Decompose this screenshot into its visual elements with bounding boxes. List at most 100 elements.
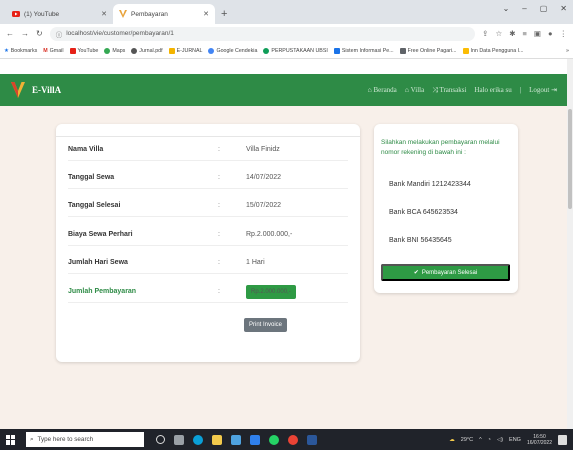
taskbar-search-input[interactable]: ⌕ Type here to search — [26, 432, 144, 447]
bookmark-item[interactable]: Jurnal.pdf — [131, 47, 163, 54]
window-controls: ⌄ – ▢ ✕ — [503, 4, 567, 13]
bookmarks-bar: ★ Bookmarks M Gmail YouTube Maps Jurnal.pd… — [0, 43, 573, 59]
system-tray: ☁ 29°C ^ ◔ ◁) ENG 16:50 16/07/2022 — [449, 434, 567, 446]
sidepanel-icon[interactable]: ▣ — [534, 29, 541, 38]
detail-separator: : — [218, 202, 220, 209]
bank-account: Bank Mandiri 1212423344 — [389, 181, 471, 188]
bookmark-item[interactable]: M Gmail — [43, 48, 63, 54]
url-text: localhost/vie/customer/pembayaran/1 — [66, 30, 174, 37]
menu-icon[interactable]: ⋮ — [560, 29, 568, 38]
nav-villa[interactable]: ⌂ Villa — [405, 86, 424, 95]
back-icon[interactable]: ← — [6, 29, 14, 38]
clock[interactable]: 16:50 16/07/2022 — [527, 434, 552, 446]
reading-list-icon[interactable]: ≡ — [522, 29, 526, 38]
profile-icon[interactable]: ● — [548, 29, 553, 38]
tab-title: (1) YouTube — [24, 10, 60, 18]
chrome-icon[interactable] — [288, 434, 298, 445]
payment-instruction: Silahkan melakukan pembayaran melalui no… — [381, 139, 500, 156]
villa-logo-icon — [11, 82, 25, 98]
share-icon[interactable]: ⇪ — [482, 29, 488, 38]
forward-icon[interactable]: → — [21, 29, 29, 38]
scrollbar-thumb[interactable] — [568, 109, 572, 209]
file-explorer-icon[interactable] — [212, 434, 222, 445]
bank-account: Bank BCA 645623534 — [389, 209, 458, 216]
divider — [56, 136, 360, 137]
close-tab-icon[interactable]: ✕ — [101, 10, 107, 18]
toolbar-icons: ⇪ ☆ ✱ ≡ ▣ ● ⋮ — [482, 29, 567, 38]
detail-label: Nama Villa — [68, 146, 104, 153]
close-window-icon[interactable]: ✕ — [560, 4, 567, 13]
detail-value: 1 Hari — [246, 259, 265, 266]
word-icon[interactable] — [307, 434, 317, 445]
nav-transaksi[interactable]: ⤨ Transaksi — [432, 86, 466, 95]
clock-date: 16/07/2022 — [526, 439, 552, 446]
detail-label: Tanggal Sewa — [68, 174, 115, 181]
bookmark-item[interactable]: Sistem Informasi Pe... — [333, 47, 394, 54]
mail-icon[interactable] — [250, 434, 260, 445]
bookmark-item[interactable]: Google Cendekia — [208, 47, 257, 54]
bookmark-item[interactable]: E-JURNAL — [168, 47, 202, 54]
detail-separator: : — [218, 174, 220, 181]
wifi-icon[interactable]: ◔ — [488, 437, 491, 443]
detail-label: Jumlah Hari Sewa — [68, 259, 128, 266]
detail-separator: : — [218, 231, 220, 238]
cortana-icon[interactable] — [156, 435, 165, 444]
weather-icon[interactable]: ☁ — [449, 437, 455, 443]
minimize-icon[interactable]: – — [522, 4, 526, 13]
tab-youtube[interactable]: (1) YouTube ✕ — [6, 4, 113, 24]
task-view-icon[interactable] — [174, 434, 184, 445]
nav-beranda[interactable]: ⌂ Beranda — [368, 86, 397, 95]
store-icon[interactable] — [231, 434, 241, 445]
site-logo[interactable]: E-VillA — [10, 81, 61, 99]
detail-separator: : — [218, 146, 220, 153]
volume-icon[interactable]: ◁) — [497, 437, 503, 443]
bookmark-item[interactable]: ★ Bookmarks — [4, 48, 37, 54]
scrollbar[interactable] — [567, 59, 573, 429]
maximize-icon[interactable]: ▢ — [540, 4, 548, 13]
tab-pembayaran[interactable]: Pembayaran ✕ — [113, 4, 215, 24]
taskbar: ⌕ Type here to search ☁ 29°C ^ ◔ ◁) ENG … — [0, 429, 573, 450]
detail-row: Tanggal Selesai : 15/07/2022 — [68, 195, 348, 217]
nav-greeting: Halo erika su — [474, 85, 512, 94]
bookmark-item[interactable]: Free Online Pagari... — [399, 47, 457, 54]
weather-temp[interactable]: 29°C — [461, 437, 473, 443]
edge-icon[interactable] — [193, 434, 203, 445]
browser-tab-strip: (1) YouTube ✕ Pembayaran ✕ + ⌄ – ▢ ✕ — [0, 0, 573, 24]
windows-start-icon[interactable] — [6, 434, 16, 445]
booking-details-card: Nama Villa : Villa Finidz Tanggal Sewa :… — [56, 124, 360, 362]
bookmark-item[interactable]: PERPUSTAKAAN UBSI — [263, 47, 328, 54]
payment-info-card: Silahkan melakukan pembayaran melalui no… — [374, 124, 518, 293]
bookmark-item[interactable]: Inn Data Pengguna I... — [462, 47, 524, 54]
payment-label: Jumlah Pembayaran — [68, 288, 137, 295]
star-icon[interactable]: ☆ — [495, 29, 502, 38]
url-input[interactable]: ⓘ localhost/vie/customer/pembayaran/1 — [49, 26, 476, 41]
whatsapp-icon[interactable] — [269, 434, 279, 445]
bookmark-item[interactable]: Maps — [104, 47, 125, 54]
nav-logout[interactable]: Logout ⇥ — [529, 86, 557, 95]
tray-chevron-icon[interactable]: ^ — [479, 437, 482, 443]
reload-icon[interactable]: ↻ — [36, 29, 43, 38]
more-bookmarks-button[interactable]: » — [566, 48, 569, 54]
chevron-down-icon[interactable]: ⌄ — [503, 4, 510, 13]
detail-row: Biaya Sewa Perhari : Rp.2.000.000,- — [68, 224, 348, 246]
button-label: Pembayaran Selesai — [421, 269, 478, 276]
close-tab-icon[interactable]: ✕ — [203, 10, 209, 18]
detail-separator: : — [218, 259, 220, 266]
language-indicator[interactable]: ENG — [509, 437, 521, 443]
taskbar-apps — [156, 434, 317, 445]
detail-value: Rp.2.000.000,- — [246, 231, 293, 238]
bookmark-item[interactable]: YouTube — [69, 47, 98, 54]
payment-done-button[interactable]: ✔ Pembayaran Selesai — [381, 264, 510, 281]
payment-row: Jumlah Pembayaran : Rp.2.000.000,- — [68, 281, 348, 303]
new-tab-button[interactable]: + — [221, 8, 227, 20]
youtube-icon — [12, 11, 20, 17]
print-invoice-button[interactable]: Print Invoice — [244, 318, 288, 332]
extensions-icon[interactable]: ✱ — [509, 29, 515, 38]
detail-value: 14/07/2022 — [246, 174, 282, 181]
info-icon[interactable]: ⓘ — [56, 29, 63, 39]
detail-label: Tanggal Selesai — [68, 202, 121, 209]
logout-icon: ⇥ — [549, 85, 557, 94]
tab-title: Pembayaran — [131, 10, 168, 18]
detail-row: Nama Villa : Villa Finidz — [68, 139, 348, 161]
notification-icon[interactable] — [558, 434, 567, 445]
